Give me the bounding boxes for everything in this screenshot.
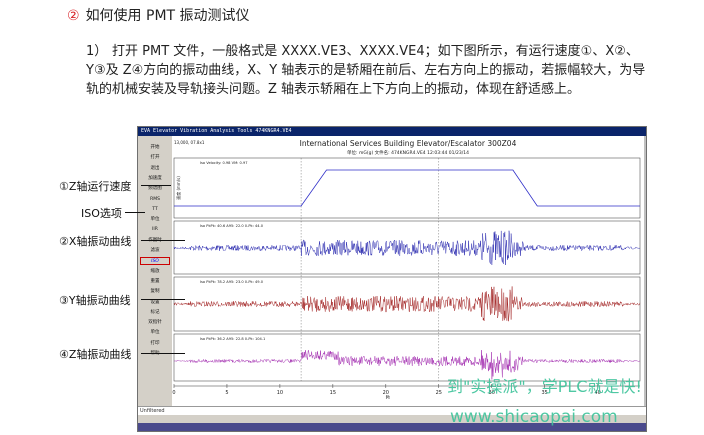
toolbar-item[interactable]: 滤波 xyxy=(140,247,170,255)
speed-curve xyxy=(174,169,640,207)
callout-x-curve: ②X轴振动曲线 xyxy=(59,235,132,248)
plot-area: International Services Building Elevator… xyxy=(172,136,644,407)
panel-frame xyxy=(173,157,641,219)
x-tick-label: 10 xyxy=(277,390,283,396)
left-toolbar: 开始 打开 退出 加速度 频谱图 RMS TT 单位 IIR 作图时 滤波 ISO 缩放 重置 复制 设置 标记… xyxy=(138,136,172,407)
y-axis-label: 速度 (mm/s) xyxy=(175,176,181,200)
plot-title: International Services Building Elevator… xyxy=(300,139,517,148)
toolbar-item[interactable]: 开始 xyxy=(140,144,170,152)
callout-z-curve: ④Z轴振动曲线 xyxy=(59,348,132,361)
callout-line-x xyxy=(141,240,185,241)
paragraph-text: 打开 PMT 文件，一般格式是 XXXX.VE3、XXXX.VE4；如下图所示，… xyxy=(86,44,646,97)
toolbar-item[interactable]: 复制 xyxy=(140,288,170,296)
toolbar-item[interactable]: 单位 xyxy=(140,329,170,337)
x-tick-label: 0 xyxy=(172,390,175,396)
x-tick-label: 15 xyxy=(330,390,336,396)
section-heading: ② 如何使用 PMT 振动测试仪 xyxy=(67,5,250,25)
x-tick-label: 25 xyxy=(436,390,442,396)
instruction-paragraph: 1） 打开 PMT 文件，一般格式是 XXXX.VE3、XXXX.VE4；如下图所… xyxy=(86,42,646,99)
status-filter-text: Unfiltered xyxy=(140,408,165,414)
toolbar-item[interactable]: 缩放 xyxy=(140,268,170,276)
toolbar-item[interactable]: RMS xyxy=(140,196,170,204)
vibration-curve-y xyxy=(173,286,641,322)
watermark-url: www.shicaopai.com xyxy=(450,407,618,427)
toolbar-item[interactable]: IIR xyxy=(140,226,170,234)
callout-line-iso xyxy=(125,212,145,213)
plot-subtitle: 单位: mG(g) 文件名: 474KNGR4.VE4 12:03:44 01/… xyxy=(347,149,469,156)
channel-label: Iso PkPk: 40.6 A95: 22.0 0-Pk: 44.0 xyxy=(200,224,264,228)
callout-line-z xyxy=(141,353,185,354)
toolbar-item[interactable]: 重置 xyxy=(140,278,170,286)
x-tick-label: 5 xyxy=(225,390,228,396)
heading-text: 如何使用 PMT 振动测试仪 xyxy=(85,8,250,24)
toolbar-item[interactable]: 退出 xyxy=(140,165,170,173)
callout-z-speed: ①Z轴运行速度 xyxy=(59,180,132,193)
toolbar-item[interactable]: 单位 xyxy=(140,216,170,224)
channel-label: Iso Velocity: 0.98 VM: 0.97 xyxy=(200,161,248,165)
toolbar-item[interactable]: 双指针 xyxy=(140,319,170,327)
channel-label: Iso PkPk: 36.2 A95: 22.8 0-Pk: 104.1 xyxy=(200,337,265,341)
channel-label: Iso PkPk: 78.2 A95: 23.0 0-Pk: 49.0 xyxy=(200,280,264,284)
toolbar-item[interactable]: 打开 xyxy=(140,154,170,162)
callout-line-y xyxy=(141,299,185,300)
toolbar-item[interactable]: 频谱图 xyxy=(140,185,170,193)
plot-corner-label: 13,000, 07.8x1 xyxy=(174,140,205,145)
paragraph-index: 1） xyxy=(86,44,108,59)
watermark-slogan: 到"实操派"，学PLC就是快! xyxy=(447,377,642,396)
toolbar-item[interactable]: 加速度 xyxy=(140,175,170,183)
callout-y-curve: ③Y轴振动曲线 xyxy=(59,294,131,307)
toolbar-item[interactable]: 帮助 xyxy=(140,350,170,358)
vibration-curve-x xyxy=(173,230,641,266)
app-titlebar: EVA Elevator Vibration Analysis Tools 47… xyxy=(138,127,646,136)
callout-line-speed xyxy=(141,185,171,186)
toolbar-item[interactable]: 打印 xyxy=(140,340,170,348)
callout-iso: ISO选项 xyxy=(81,207,122,220)
toolbar-item[interactable]: 标记 xyxy=(140,309,170,317)
iso-option-button[interactable]: ISO xyxy=(140,257,170,266)
vibration-plot: International Services Building Elevator… xyxy=(172,139,641,401)
heading-number: ② xyxy=(67,8,80,24)
